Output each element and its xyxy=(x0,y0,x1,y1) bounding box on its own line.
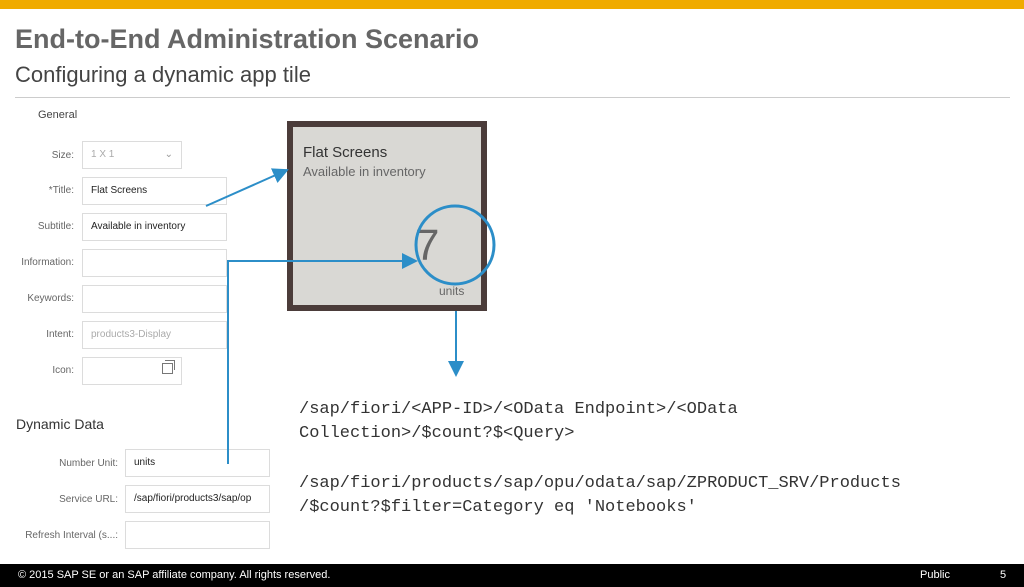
title-to-tile-arrow xyxy=(205,168,289,207)
url-example-line-2: /$count?$filter=Category eq 'Notebooks' xyxy=(299,498,697,517)
url-example-line-1: /sap/fiori/products/sap/opu/odata/sap/ZP… xyxy=(299,474,901,493)
number-highlight-circle xyxy=(414,204,496,286)
copyright-text: © 2015 SAP SE or an SAP affiliate compan… xyxy=(18,569,331,581)
footer: © 2015 SAP SE or an SAP affiliate compan… xyxy=(0,564,1024,587)
classification-label: Public xyxy=(920,569,950,581)
page-number: 5 xyxy=(1000,569,1007,581)
url-pattern-line-1: /sap/fiori/<APP-ID>/<OData Endpoint>/<OD… xyxy=(299,400,738,419)
url-pattern-line-2: Collection>/$count?$<Query> xyxy=(299,424,575,443)
